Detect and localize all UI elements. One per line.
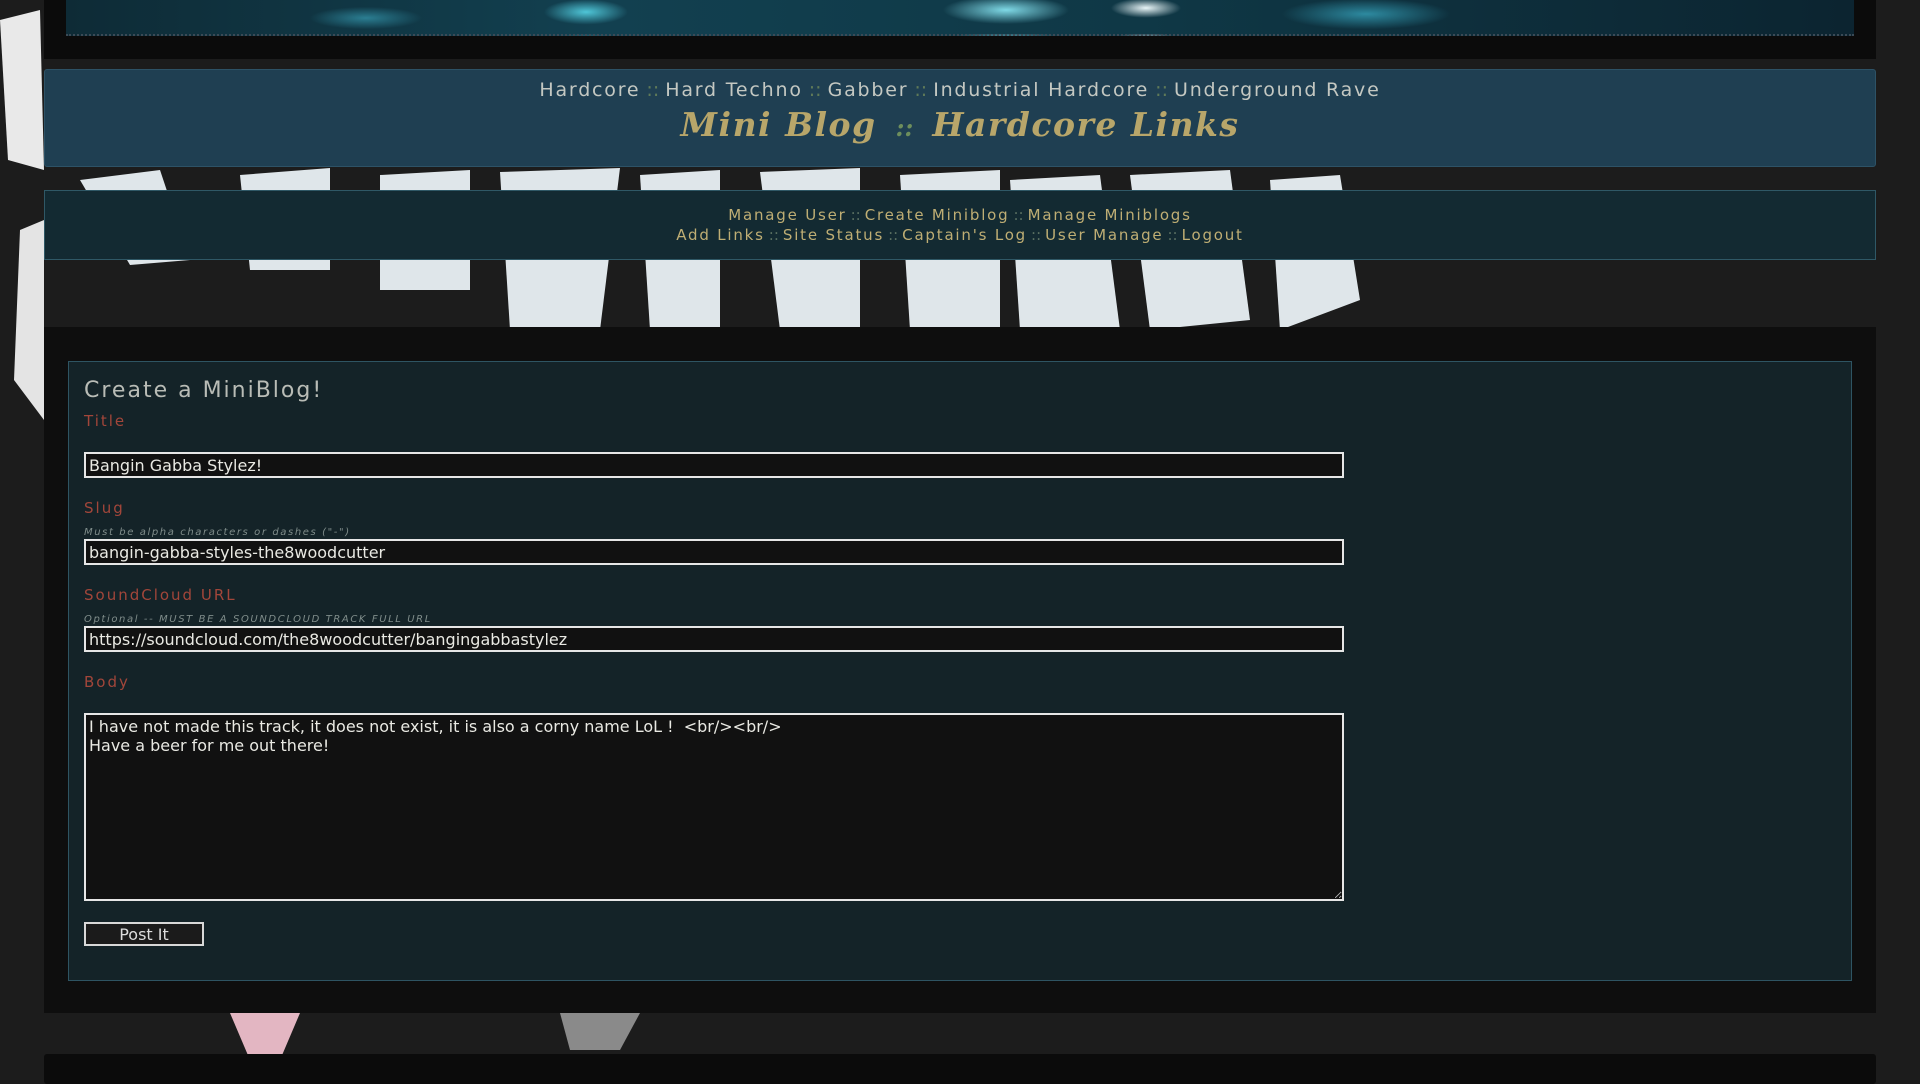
admin-menu: Manage User:: Create Miniblog:: Manage Min… <box>44 190 1876 260</box>
nav-underground-rave[interactable]: Underground Rave <box>1174 79 1381 101</box>
site-title-hardcore-links[interactable]: Hardcore Links <box>932 105 1239 144</box>
menu-separator: :: <box>1031 226 1042 244</box>
slug-input[interactable] <box>84 539 1344 565</box>
nav-separator: :: <box>914 79 928 101</box>
body-label: Body <box>84 673 130 691</box>
form-heading: Create a MiniBlog! <box>84 378 324 403</box>
title-panel: Hardcore:: Hard Techno:: Gabber:: Industria… <box>44 69 1876 167</box>
menu-separator: :: <box>888 226 899 244</box>
nav-separator: :: <box>1155 79 1168 101</box>
title-input[interactable] <box>84 452 1344 478</box>
site-title-miniblog[interactable]: Mini Blog <box>681 105 877 144</box>
nav-hardcore[interactable]: Hardcore <box>539 79 640 101</box>
admin-menu-row-1: Manage User:: Create Miniblog:: Manage Min… <box>45 205 1875 225</box>
menu-manage-user[interactable]: Manage User <box>728 206 846 224</box>
title-label: Title <box>84 412 127 430</box>
menu-captains-log[interactable]: Captain's Log <box>902 226 1027 244</box>
menu-add-links[interactable]: Add Links <box>676 226 765 244</box>
menu-separator: :: <box>850 206 861 224</box>
nav-industrial-hardcore[interactable]: Industrial Hardcore <box>933 79 1149 101</box>
soundcloud-url-hint: Optional -- MUST BE A SOUNDCLOUD TRACK F… <box>84 614 432 625</box>
menu-separator: :: <box>1167 226 1178 244</box>
menu-separator: :: <box>1013 206 1024 224</box>
banner-image <box>66 0 1854 36</box>
site-title: Mini Blog :: Hardcore Links <box>45 105 1875 144</box>
menu-site-status[interactable]: Site Status <box>783 226 884 244</box>
title-separator: :: <box>895 113 914 142</box>
menu-manage-miniblogs[interactable]: Manage Miniblogs <box>1028 206 1192 224</box>
body-textarea[interactable]: I have not made this track, it does not … <box>84 713 1344 901</box>
menu-separator: :: <box>768 226 779 244</box>
nav-separator: :: <box>646 79 660 101</box>
nav-hard-techno[interactable]: Hard Techno <box>665 79 803 101</box>
nav-gabber[interactable]: Gabber <box>828 79 909 101</box>
soundcloud-url-label: SoundCloud URL <box>84 586 237 604</box>
nav-separator: :: <box>808 79 822 101</box>
menu-logout[interactable]: Logout <box>1182 226 1244 244</box>
soundcloud-url-input[interactable] <box>84 626 1344 652</box>
menu-user-manage[interactable]: User Manage <box>1045 226 1163 244</box>
create-miniblog-form: Create a MiniBlog! Title Slug Must be al… <box>68 361 1852 981</box>
post-it-button[interactable]: Post It <box>84 922 204 946</box>
genre-nav: Hardcore:: Hard Techno:: Gabber:: Industria… <box>45 79 1875 101</box>
admin-menu-row-2: Add Links:: Site Status:: Captain's Log:: U… <box>45 225 1875 245</box>
main-content: Create a MiniBlog! Title Slug Must be al… <box>44 327 1876 1013</box>
menu-create-miniblog[interactable]: Create Miniblog <box>865 206 1010 224</box>
header-banner <box>44 0 1876 59</box>
slug-hint: Must be alpha characters or dashes ("-") <box>84 527 351 538</box>
slug-label: Slug <box>84 499 125 517</box>
